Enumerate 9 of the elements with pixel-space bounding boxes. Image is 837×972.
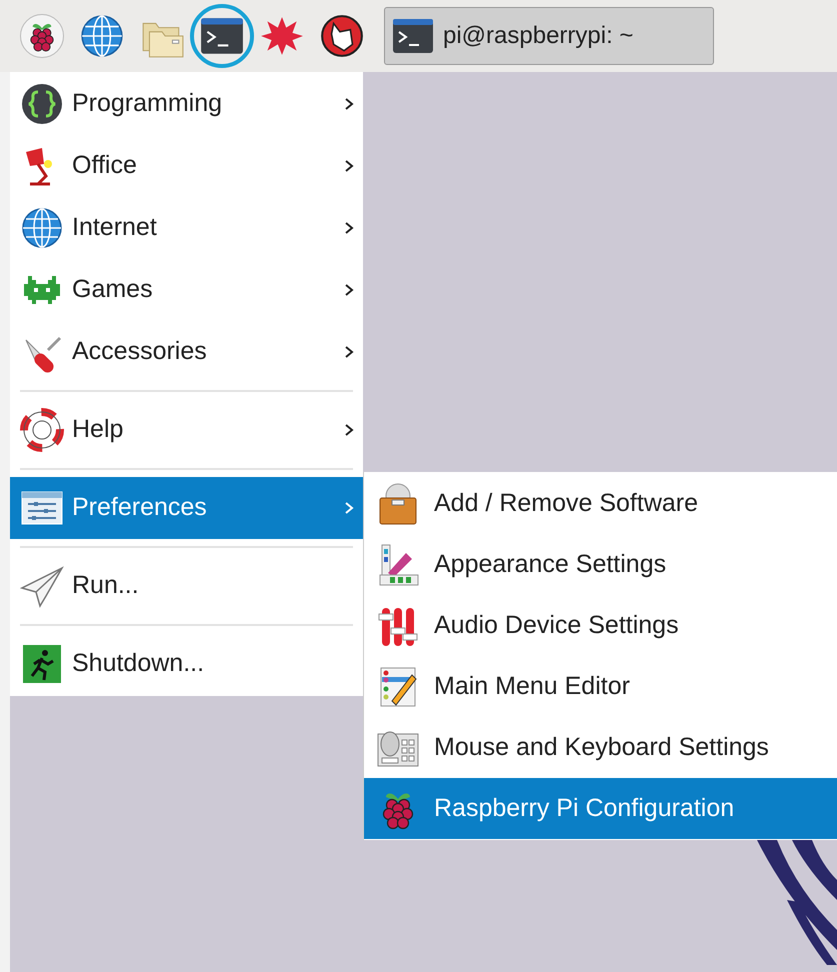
lifebuoy-icon: [20, 408, 64, 452]
globe-icon: [20, 206, 64, 250]
task-button[interactable]: pi@raspberrypi: ~: [384, 7, 714, 65]
code-braces-icon: [20, 82, 64, 126]
menu-item[interactable]: Preferences: [10, 477, 363, 539]
running-man-icon: [20, 642, 64, 686]
menu-item[interactable]: Raspberry Pi Configuration: [364, 778, 837, 839]
paper-plane-icon: [20, 564, 64, 608]
raspberry-button[interactable]: [20, 14, 64, 58]
